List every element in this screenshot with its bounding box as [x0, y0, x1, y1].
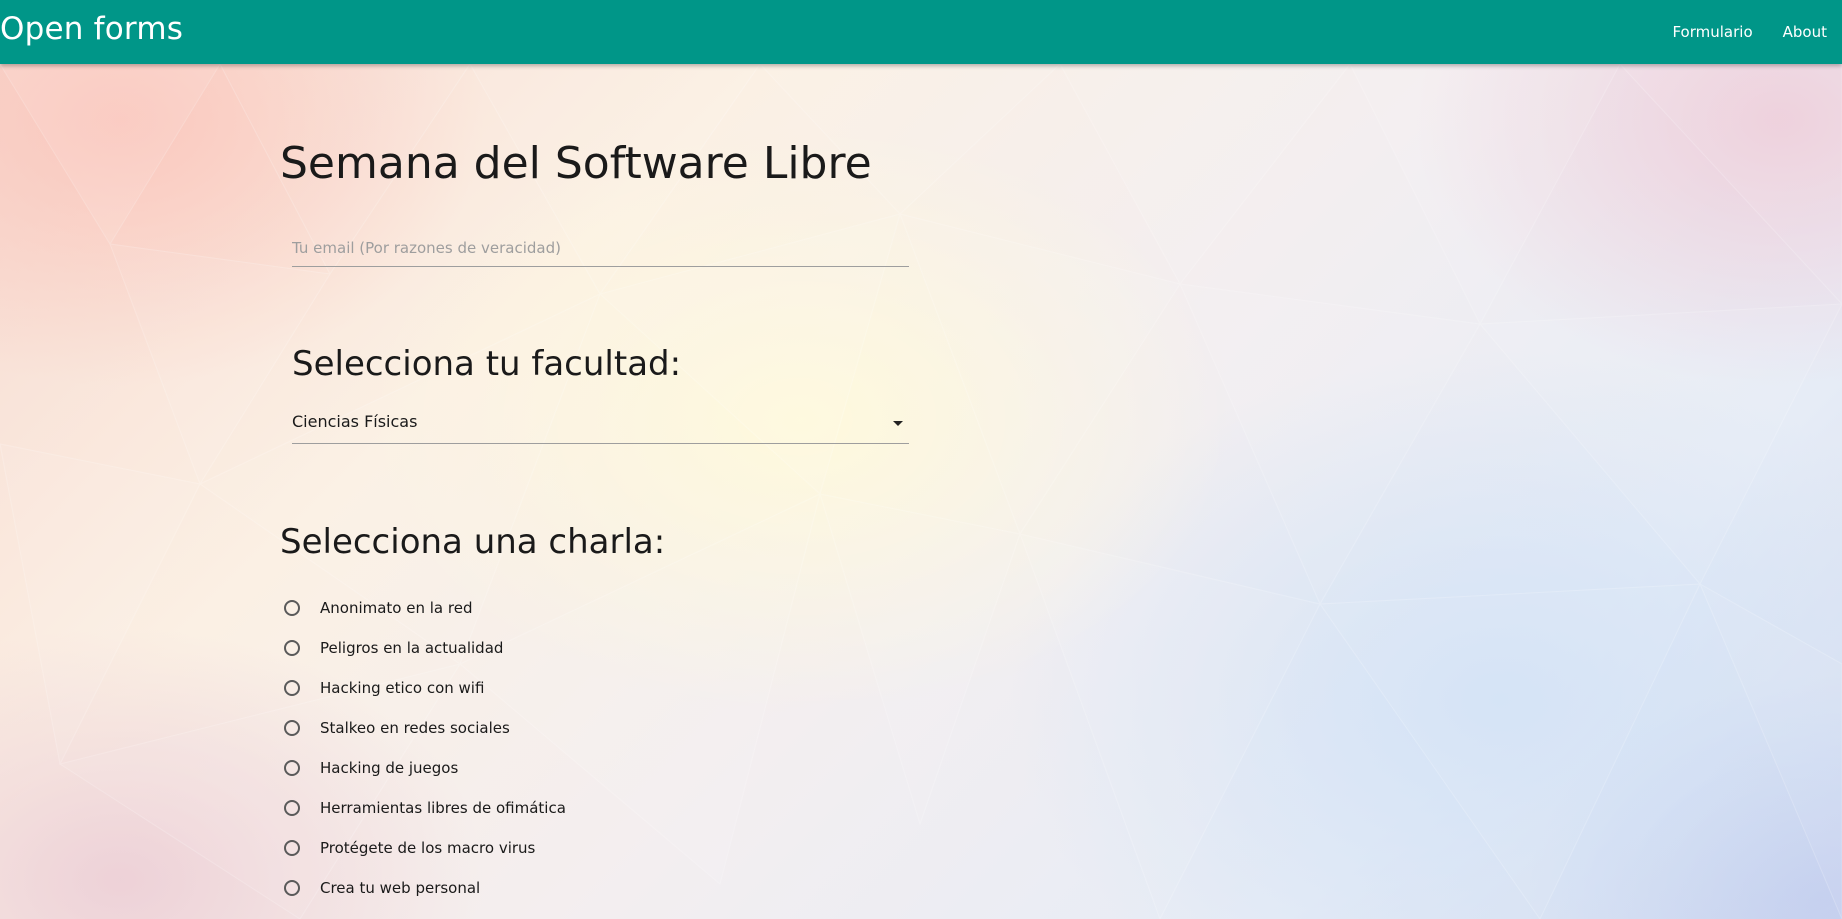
talk-option-label[interactable]: Anonimato en la red — [320, 599, 472, 617]
talk-option-label[interactable]: Hacking etico con wifi — [320, 679, 484, 697]
radio-unchecked-icon[interactable] — [284, 720, 300, 736]
page-title: Semana del Software Libre — [280, 138, 872, 189]
talk-option[interactable]: Hacking etico con wifi — [284, 668, 566, 708]
faculty-heading: Selecciona tu facultad: — [292, 344, 682, 384]
faculty-select[interactable]: Ciencias Físicas — [292, 403, 909, 444]
talk-option[interactable]: Protégete de los macro virus — [284, 828, 566, 868]
talk-option-label[interactable]: Herramientas libres de ofimática — [320, 799, 566, 817]
email-field[interactable] — [292, 230, 909, 267]
radio-unchecked-icon[interactable] — [284, 680, 300, 696]
radio-unchecked-icon[interactable] — [284, 760, 300, 776]
talk-option[interactable]: Herramientas libres de ofimática — [284, 788, 566, 828]
nav-link-about[interactable]: About — [1768, 0, 1842, 64]
radio-unchecked-icon[interactable] — [284, 640, 300, 656]
talk-option-label[interactable]: Stalkeo en redes sociales — [320, 719, 510, 737]
talk-heading: Selecciona una charla: — [280, 522, 666, 562]
talk-radio-group: Anonimato en la red Peligros en la actua… — [284, 588, 566, 908]
talk-option[interactable]: Stalkeo en redes sociales — [284, 708, 566, 748]
talk-option-label[interactable]: Peligros en la actualidad — [320, 639, 503, 657]
radio-unchecked-icon[interactable] — [284, 840, 300, 856]
top-navbar: Open forms Formulario About — [0, 0, 1842, 64]
talk-option[interactable]: Crea tu web personal — [284, 868, 566, 908]
talk-option-label[interactable]: Crea tu web personal — [320, 879, 480, 897]
radio-unchecked-icon[interactable] — [284, 600, 300, 616]
background-pattern — [0, 64, 1842, 919]
talk-option-label[interactable]: Protégete de los macro virus — [320, 839, 535, 857]
talk-option[interactable]: Hacking de juegos — [284, 748, 566, 788]
radio-unchecked-icon[interactable] — [284, 880, 300, 896]
talk-option[interactable]: Peligros en la actualidad — [284, 628, 566, 668]
brand-logo-link[interactable]: Open forms — [0, 11, 183, 47]
talk-option[interactable]: Anonimato en la red — [284, 588, 566, 628]
talk-option-label[interactable]: Hacking de juegos — [320, 759, 458, 777]
radio-unchecked-icon[interactable] — [284, 800, 300, 816]
chevron-down-icon[interactable] — [893, 421, 903, 426]
faculty-select-value: Ciencias Físicas — [292, 412, 418, 431]
nav-link-formulario[interactable]: Formulario — [1657, 0, 1767, 64]
nav-links: Formulario About — [1657, 0, 1842, 64]
